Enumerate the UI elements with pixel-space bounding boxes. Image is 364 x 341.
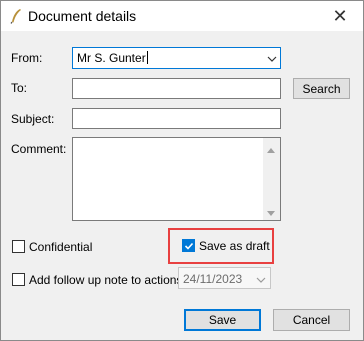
comment-scrollbar[interactable] [263, 138, 280, 220]
to-field[interactable] [72, 78, 281, 99]
save-button[interactable]: Save [184, 309, 261, 331]
dialog-title: Document details [28, 8, 137, 24]
scroll-up-arrow-icon[interactable] [266, 143, 276, 153]
cancel-button[interactable]: Cancel [273, 309, 350, 331]
follow-up-checkbox[interactable] [12, 273, 25, 286]
document-details-dialog: Document details ✕ From: Mr S. Gunter To… [0, 0, 364, 341]
search-button[interactable]: Search [293, 78, 350, 99]
subject-field[interactable] [72, 108, 281, 129]
checkmark-icon [184, 242, 194, 250]
from-combobox[interactable]: Mr S. Gunter [72, 47, 281, 69]
comment-label: Comment: [11, 142, 67, 156]
save-as-draft-checkbox[interactable] [182, 239, 195, 252]
close-button[interactable]: ✕ [317, 1, 363, 31]
save-as-draft-label: Save as draft [199, 239, 270, 253]
confidential-checkbox[interactable] [12, 240, 25, 253]
quill-pen-icon [9, 8, 23, 24]
from-label: From: [11, 51, 43, 65]
follow-up-date-value: 24/11/2023 [183, 272, 243, 286]
from-value: Mr S. Gunter [77, 51, 148, 65]
subject-label: Subject: [11, 112, 55, 126]
to-label: To: [11, 81, 28, 95]
follow-up-date-picker[interactable]: 24/11/2023 [178, 267, 271, 289]
scroll-down-arrow-icon[interactable] [266, 207, 276, 216]
follow-up-label: Add follow up note to actions [29, 273, 183, 287]
chevron-down-icon[interactable] [256, 274, 266, 284]
comment-textarea[interactable] [72, 137, 281, 221]
close-icon: ✕ [332, 5, 348, 26]
confidential-label: Confidential [29, 240, 93, 254]
title-bar: Document details ✕ [1, 1, 363, 31]
chevron-down-icon[interactable] [267, 53, 277, 63]
